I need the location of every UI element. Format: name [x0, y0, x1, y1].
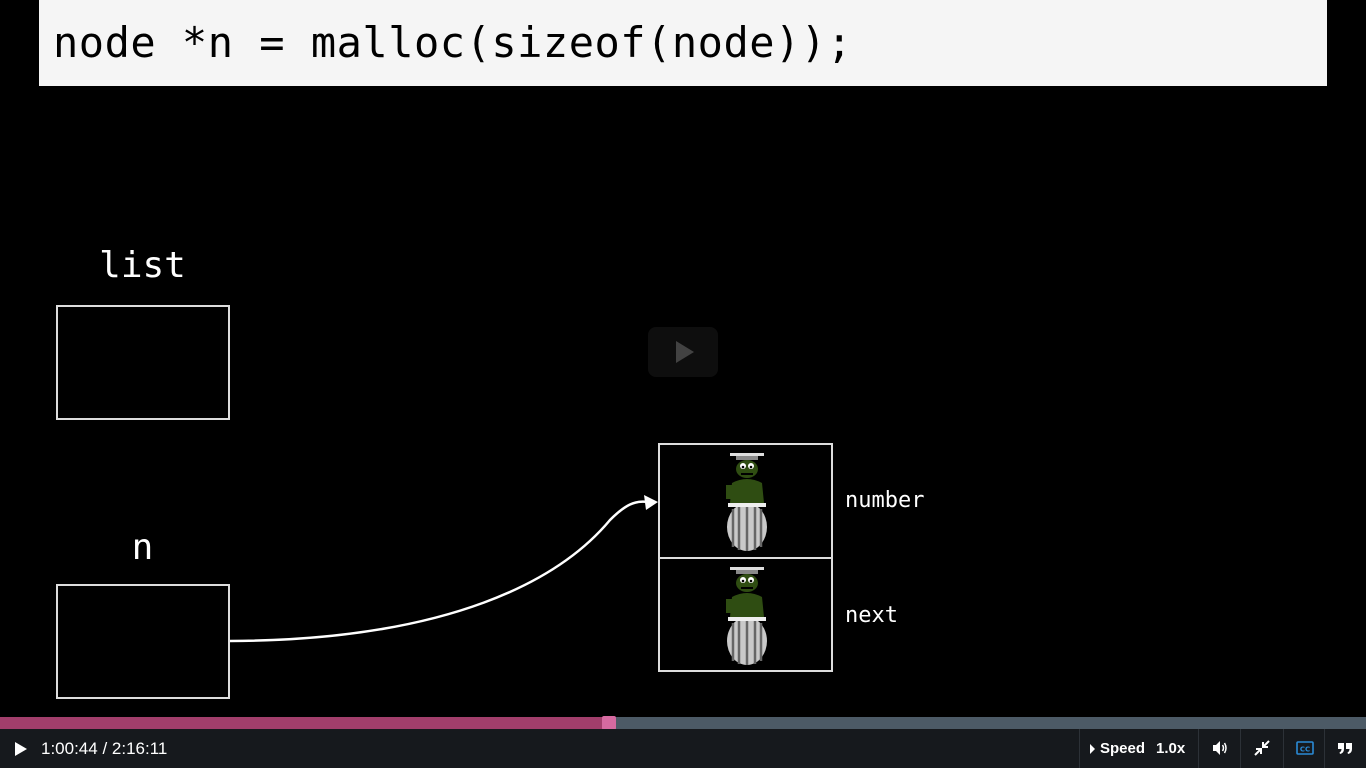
- garbage-value-icon: [726, 453, 767, 551]
- time-separator: /: [97, 739, 112, 758]
- speed-value: 1.0x: [1156, 740, 1186, 757]
- node-box: [658, 443, 833, 672]
- closed-captions-icon: CC: [1296, 741, 1314, 755]
- speed-label: Speed: [1100, 740, 1146, 757]
- number-field-label: number: [845, 488, 925, 513]
- svg-text:CC: CC: [1300, 746, 1310, 754]
- next-field-label: next: [845, 603, 898, 628]
- progress-played: [0, 717, 610, 729]
- exit-fullscreen-button[interactable]: [1242, 729, 1282, 768]
- transcript-button[interactable]: [1325, 729, 1365, 768]
- caret-right-icon: [1090, 743, 1095, 754]
- garbage-value-icon: [726, 567, 767, 665]
- player-controls: 1:00:44 / 2:16:11 Speed 1.0x CC: [0, 729, 1366, 768]
- node-divider: [660, 557, 831, 559]
- divider: [1198, 729, 1199, 768]
- transcript-icon: [1338, 743, 1352, 754]
- center-play-button[interactable]: [648, 327, 718, 377]
- speed-button[interactable]: Speed 1.0x: [1080, 729, 1197, 768]
- exit-fullscreen-icon: [1254, 740, 1270, 756]
- video-stage[interactable]: node *n = malloc(sizeof(node)); list n n…: [0, 0, 1366, 717]
- play-icon: [15, 742, 27, 756]
- volume-button[interactable]: [1200, 729, 1240, 768]
- play-icon: [676, 341, 694, 363]
- closed-captions-button[interactable]: CC: [1284, 729, 1324, 768]
- total-time: 2:16:11: [111, 739, 168, 758]
- time-display: 1:00:44 / 2:16:11: [41, 739, 167, 759]
- divider: [1240, 729, 1241, 768]
- progress-bar[interactable]: [0, 716, 1366, 730]
- volume-icon: [1213, 741, 1227, 755]
- progress-handle[interactable]: [602, 716, 617, 730]
- play-button[interactable]: [10, 737, 32, 759]
- current-time: 1:00:44: [41, 739, 98, 758]
